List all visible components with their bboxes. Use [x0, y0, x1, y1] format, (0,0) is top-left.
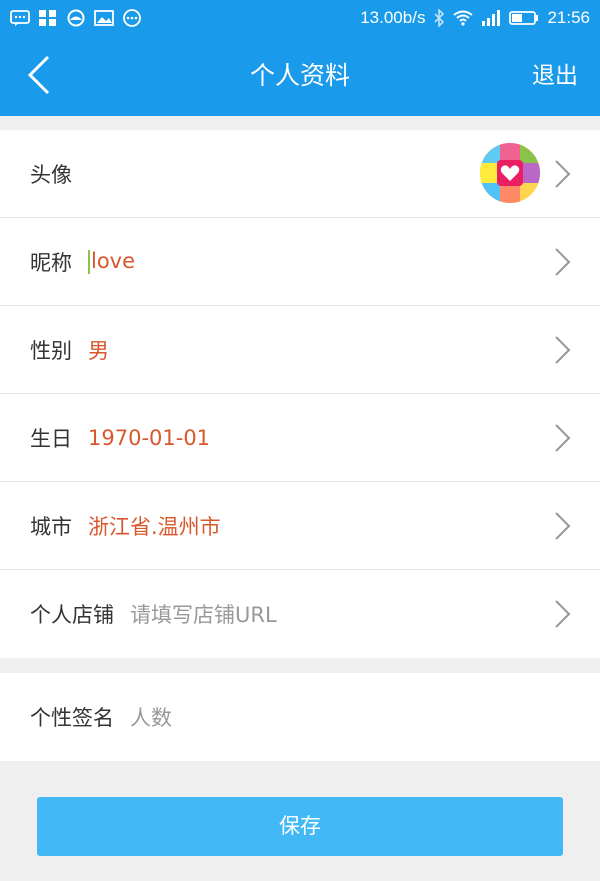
header-bar: 个人资料 退出	[0, 36, 600, 116]
message-icon	[10, 10, 30, 26]
bluetooth-icon	[434, 9, 445, 27]
wifi-icon	[453, 10, 474, 26]
row-label: 城市	[30, 514, 72, 539]
nickname-row[interactable]: 昵称 love	[0, 218, 600, 306]
chevron-right-icon	[555, 248, 571, 276]
page-title: 个人资料	[249, 61, 350, 90]
text-cursor	[88, 250, 90, 274]
signature-input[interactable]: 人数	[130, 702, 172, 732]
birthday-value: 1970-01-01	[88, 425, 211, 450]
gender-value: 男	[88, 338, 109, 363]
signature-row[interactable]: 个性签名 人数	[0, 673, 600, 761]
chevron-right-icon	[555, 160, 571, 188]
city-row[interactable]: 城市 浙江省.温州市	[0, 482, 600, 570]
chevron-right-icon	[555, 600, 571, 628]
status-bar: 13.00b/s 21:56	[0, 0, 600, 36]
apps-icon	[39, 10, 56, 26]
row-label: 生日	[30, 426, 72, 451]
nickname-text: love	[91, 249, 136, 273]
chevron-right-icon	[555, 424, 571, 452]
avatar-row[interactable]: 头像	[0, 130, 600, 218]
row-label: 昵称	[30, 250, 72, 275]
chevron-right-icon	[555, 512, 571, 540]
more-icon	[123, 9, 141, 27]
row-label: 头像	[30, 162, 72, 187]
row-label: 性别	[30, 338, 72, 363]
city-value: 浙江省.温州市	[88, 514, 221, 539]
shop-row[interactable]: 个人店铺 请填写店铺URL	[0, 570, 600, 658]
shop-url-input[interactable]: 请填写店铺URL	[130, 599, 277, 629]
chevron-right-icon	[555, 336, 571, 364]
gender-row[interactable]: 性别 男	[0, 306, 600, 394]
save-button[interactable]: 保存	[37, 797, 563, 856]
profile-list: 头像 昵称 love 性别 男 生日 1970-01-01 城市 浙江省.温州市…	[0, 130, 600, 658]
image-icon	[94, 10, 114, 26]
signal-icon	[482, 10, 501, 26]
clock: 21:56	[547, 8, 590, 27]
birthday-row[interactable]: 生日 1970-01-01	[0, 394, 600, 482]
nickname-value[interactable]: love	[88, 249, 135, 274]
network-speed: 13.00b/s	[360, 8, 426, 27]
row-label: 个人店铺	[30, 603, 114, 627]
battery-icon	[509, 11, 539, 25]
logout-button[interactable]: 退出	[532, 36, 578, 116]
row-label: 个性签名	[30, 706, 114, 730]
weather-icon	[67, 9, 85, 27]
avatar[interactable]	[480, 143, 540, 203]
